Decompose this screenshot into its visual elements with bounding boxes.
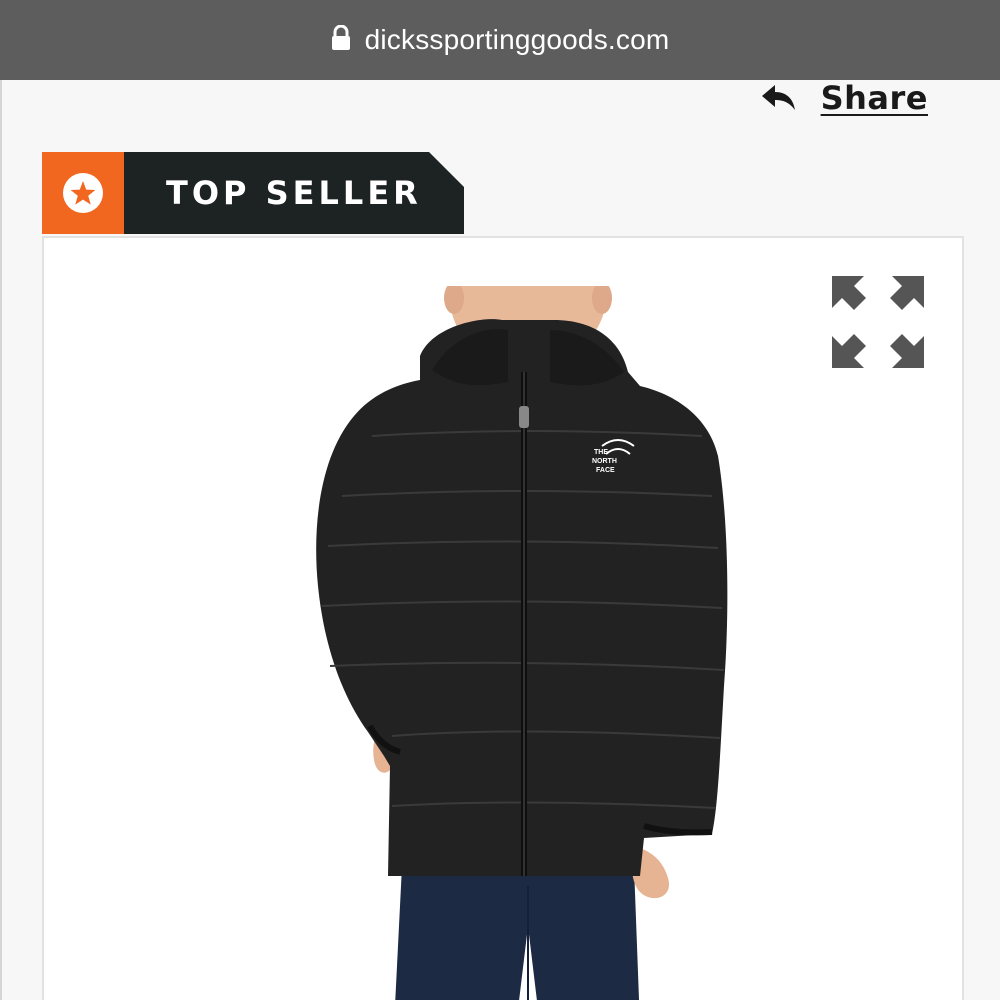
top-seller-badge: TOP SELLER [42, 152, 464, 234]
product-image-card[interactable]: THE NORTH FACE [42, 236, 964, 1000]
svg-text:FACE: FACE [596, 467, 615, 474]
badge-label-box: TOP SELLER [124, 152, 464, 234]
lock-icon [331, 25, 350, 50]
product-page: Share TOP SELLER THE NORTH FACE [0, 79, 1000, 1000]
star-circle-icon [63, 173, 103, 213]
badge-icon-box [42, 152, 124, 234]
badge-label: TOP SELLER [166, 174, 422, 212]
browser-url-bar[interactable]: dickssportinggoods.com [0, 0, 1000, 80]
svg-text:THE: THE [594, 449, 608, 456]
share-button[interactable]: Share [761, 79, 928, 117]
expand-icon[interactable] [830, 274, 926, 370]
product-image[interactable]: THE NORTH FACE [272, 286, 732, 1000]
url-text: dickssportinggoods.com [364, 24, 670, 55]
share-label: Share [820, 79, 928, 117]
svg-text:NORTH: NORTH [592, 458, 617, 465]
share-arrow-icon [761, 85, 795, 110]
